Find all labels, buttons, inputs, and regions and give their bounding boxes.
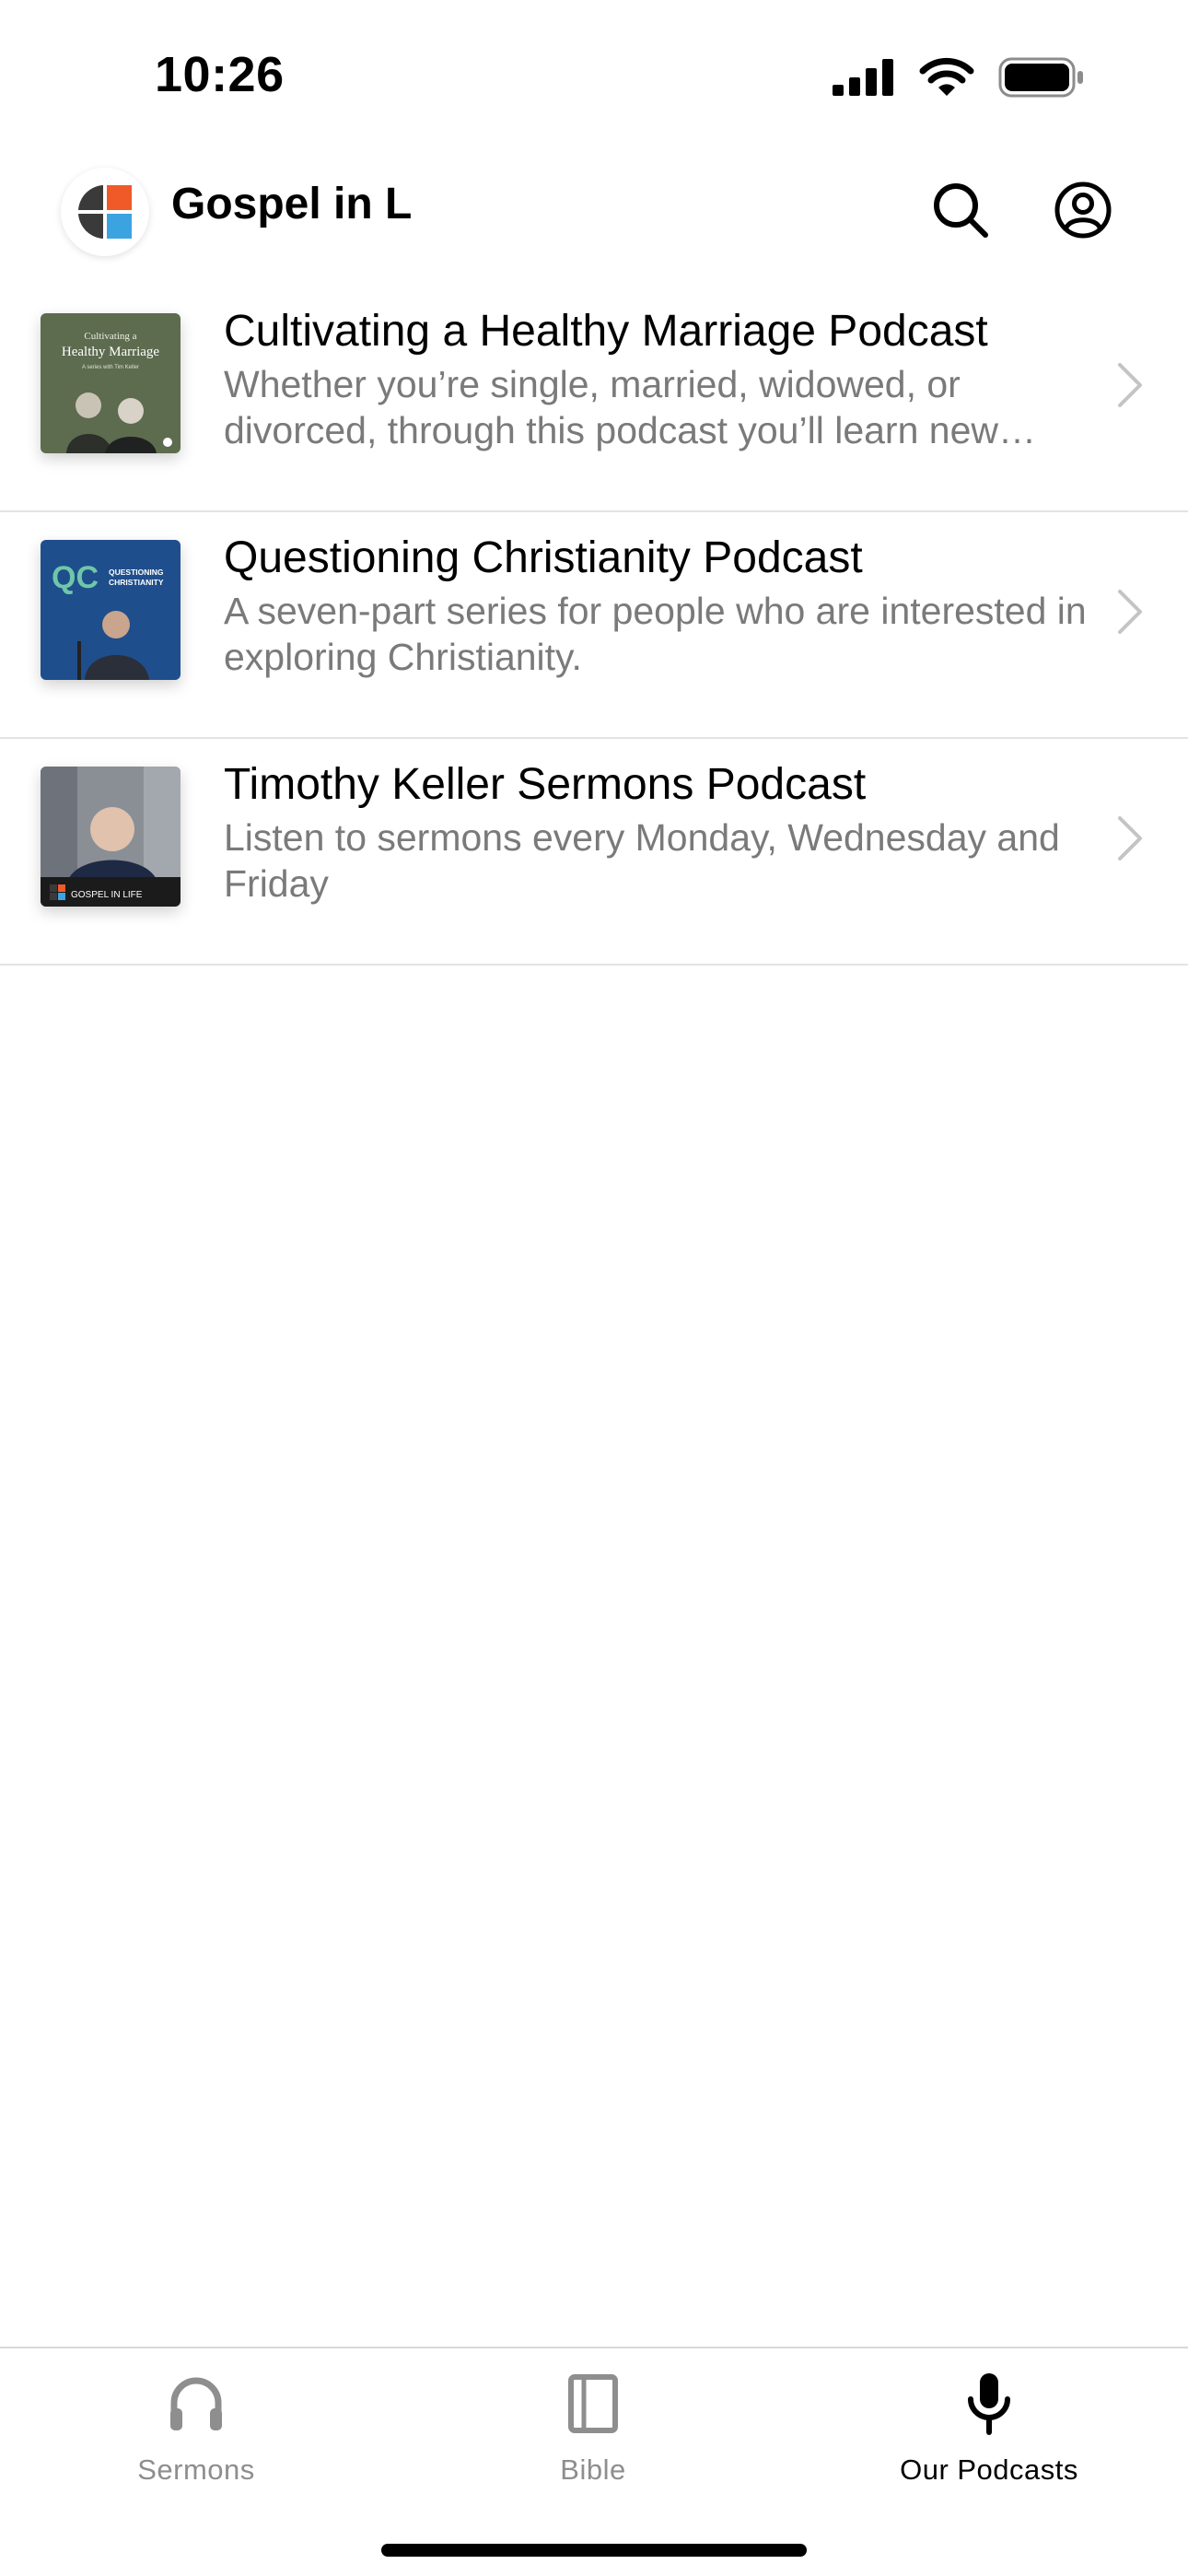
podcast-row-healthy-marriage[interactable]: Cultivating a Healthy Marriage A series … (0, 286, 1188, 512)
podcast-text: Questioning Christianity Podcast A seven… (224, 531, 1089, 680)
podcast-row-timothy-keller-sermons[interactable]: GOSPEL IN LIFE Timothy Keller Sermons Po… (0, 739, 1188, 966)
book-icon (568, 2374, 618, 2433)
search-button[interactable] (924, 173, 997, 247)
tab-label: Our Podcasts (900, 2453, 1078, 2486)
svg-text:Cultivating a: Cultivating a (84, 331, 136, 342)
status-time: 10:26 (155, 47, 285, 102)
app-title: Gospel in L (171, 180, 413, 228)
status-bar: 10:26 (0, 0, 1188, 157)
headphones-icon (170, 2377, 222, 2430)
podcast-description: Listen to sermons every Monday, Wednesda… (224, 816, 1060, 905)
podcast-cover-image: QC QUESTIONING CHRISTIANITY (41, 540, 181, 680)
chevron-right-icon (1118, 590, 1142, 634)
podcast-text: Timothy Keller Sermons Podcast Listen to… (224, 757, 1089, 907)
podcast-cover-image: GOSPEL IN LIFE (41, 767, 181, 907)
gospel-in-life-logo-icon (78, 185, 132, 239)
tab-label: Sermons (137, 2453, 255, 2486)
svg-text:QC: QC (52, 560, 99, 595)
home-indicator (381, 2544, 807, 2557)
podcast-text: Cultivating a Healthy Marriage Podcast W… (224, 304, 1089, 453)
podcast-title: Timothy Keller Sermons Podcast (224, 760, 867, 809)
tab-bar: Sermons Bible Our Podcasts (0, 2347, 1188, 2576)
account-button[interactable] (1046, 173, 1120, 247)
svg-text:CHRISTIANITY: CHRISTIANITY (109, 578, 164, 587)
svg-text:GOSPEL IN LIFE: GOSPEL IN LIFE (71, 890, 143, 900)
podcast-description: A seven-part series for people who are i… (224, 590, 1087, 678)
battery-icon (998, 57, 1083, 98)
chevron-right-icon (1118, 363, 1142, 407)
podcast-row-questioning-christianity[interactable]: QC QUESTIONING CHRISTIANITY Questioning … (0, 512, 1188, 739)
status-icons (833, 57, 1085, 98)
svg-text:Healthy Marriage: Healthy Marriage (62, 345, 160, 359)
svg-text:A series with Tim Keller: A series with Tim Keller (82, 365, 139, 370)
microphone-icon (968, 2373, 1010, 2435)
podcast-description: Whether you’re single, married, widowed,… (224, 363, 998, 451)
podcast-title: Questioning Christianity Podcast (224, 533, 863, 582)
account-circle-icon (1054, 181, 1112, 239)
tab-our-podcasts[interactable]: Our Podcasts (851, 2367, 1127, 2505)
podcast-list: Cultivating a Healthy Marriage A series … (0, 286, 1188, 966)
tab-sermons[interactable]: Sermons (58, 2367, 334, 2505)
tab-label: Bible (560, 2453, 626, 2486)
podcast-cover-image: Cultivating a Healthy Marriage A series … (41, 313, 181, 453)
wifi-icon (919, 57, 974, 96)
cellular-signal-icon (833, 59, 893, 96)
app-logo (61, 168, 149, 256)
app-header: Gospel in L (0, 157, 1188, 286)
podcast-title: Cultivating a Healthy Marriage Podcast (224, 307, 988, 356)
svg-text:QUESTIONING: QUESTIONING (109, 568, 164, 577)
search-icon (934, 183, 988, 238)
chevron-right-icon (1118, 816, 1142, 861)
tab-bible[interactable]: Bible (455, 2367, 731, 2505)
